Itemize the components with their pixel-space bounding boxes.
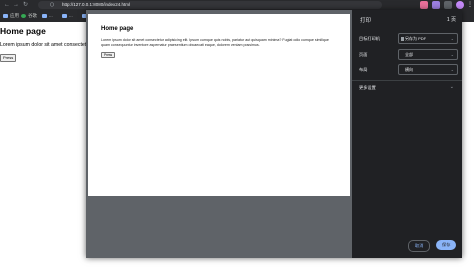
pages-select[interactable]: 全部 ⌄ [398, 49, 458, 60]
back-arrow-icon[interactable]: ← [4, 0, 10, 10]
destination-value: 另存为 PDF [405, 36, 427, 41]
reload-icon[interactable]: ↻ [23, 0, 28, 10]
folder-icon [62, 14, 67, 18]
save-button[interactable]: 保存 [436, 240, 457, 250]
browser-toolbar: ← → ↻ http://127.0.0.1:8080/index24.html… [0, 0, 474, 10]
preview-paragraph: Lorem ipsum dolor sit amet consectetur a… [101, 38, 329, 47]
preview-button: Press [101, 52, 116, 58]
extension-icon-2[interactable] [432, 1, 440, 9]
layout-select[interactable]: 横向 ⌄ [398, 64, 458, 75]
destination-select[interactable]: 另存为 PDF ⌄ [398, 33, 458, 44]
info-icon[interactable] [50, 2, 54, 7]
url-text[interactable]: http://127.0.0.1:8080/index24.html [62, 0, 130, 10]
print-settings-panel: 打印 1 页 目标打印机 另存为 PDF ⌄ 页面 全部 ⌄ 布局 横向 ⌄ 更… [352, 10, 462, 258]
more-settings-toggle[interactable]: 更多设置 [359, 85, 376, 91]
bookmark-item[interactable]: ... [49, 10, 53, 22]
destination-label: 目标打印机 [359, 36, 380, 41]
globe-icon [21, 14, 26, 18]
avatar[interactable] [456, 1, 464, 9]
apps-icon [3, 14, 8, 18]
chevron-down-icon[interactable]: ⌄ [450, 84, 454, 90]
preview-page: Home page Lorem ipsum dolor sit amet con… [88, 14, 350, 196]
layout-label: 布局 [359, 67, 368, 72]
menu-icon[interactable]: ⋮ [467, 0, 473, 10]
preview-title: Home page [101, 26, 134, 32]
extension-icon[interactable] [420, 1, 428, 9]
folder-icon [42, 14, 47, 18]
cancel-button[interactable]: 取消 [408, 240, 431, 252]
chevron-down-icon: ⌄ [450, 67, 454, 72]
pdf-icon [401, 36, 404, 41]
puzzle-icon[interactable] [444, 1, 452, 9]
divider [352, 80, 462, 81]
pages-label: 页面 [359, 52, 368, 57]
layout-value: 横向 [405, 67, 413, 72]
print-title: 打印 [360, 18, 372, 24]
bookmark-item[interactable]: 谷歌 [28, 10, 37, 22]
chevron-down-icon: ⌄ [450, 52, 454, 57]
chevron-down-icon: ⌄ [450, 36, 454, 41]
page-paragraph: Lorem ipsum dolor sit amet consectetur [0, 42, 91, 48]
page-title: Home page [0, 26, 46, 36]
press-button[interactable]: Press [0, 54, 17, 62]
bookmark-item[interactable]: 应用 [10, 10, 19, 22]
page-count: 1 页 [446, 17, 456, 23]
forward-arrow-icon[interactable]: → [13, 0, 19, 10]
bookmark-item[interactable]: ... [69, 10, 73, 22]
pages-value: 全部 [405, 52, 413, 57]
